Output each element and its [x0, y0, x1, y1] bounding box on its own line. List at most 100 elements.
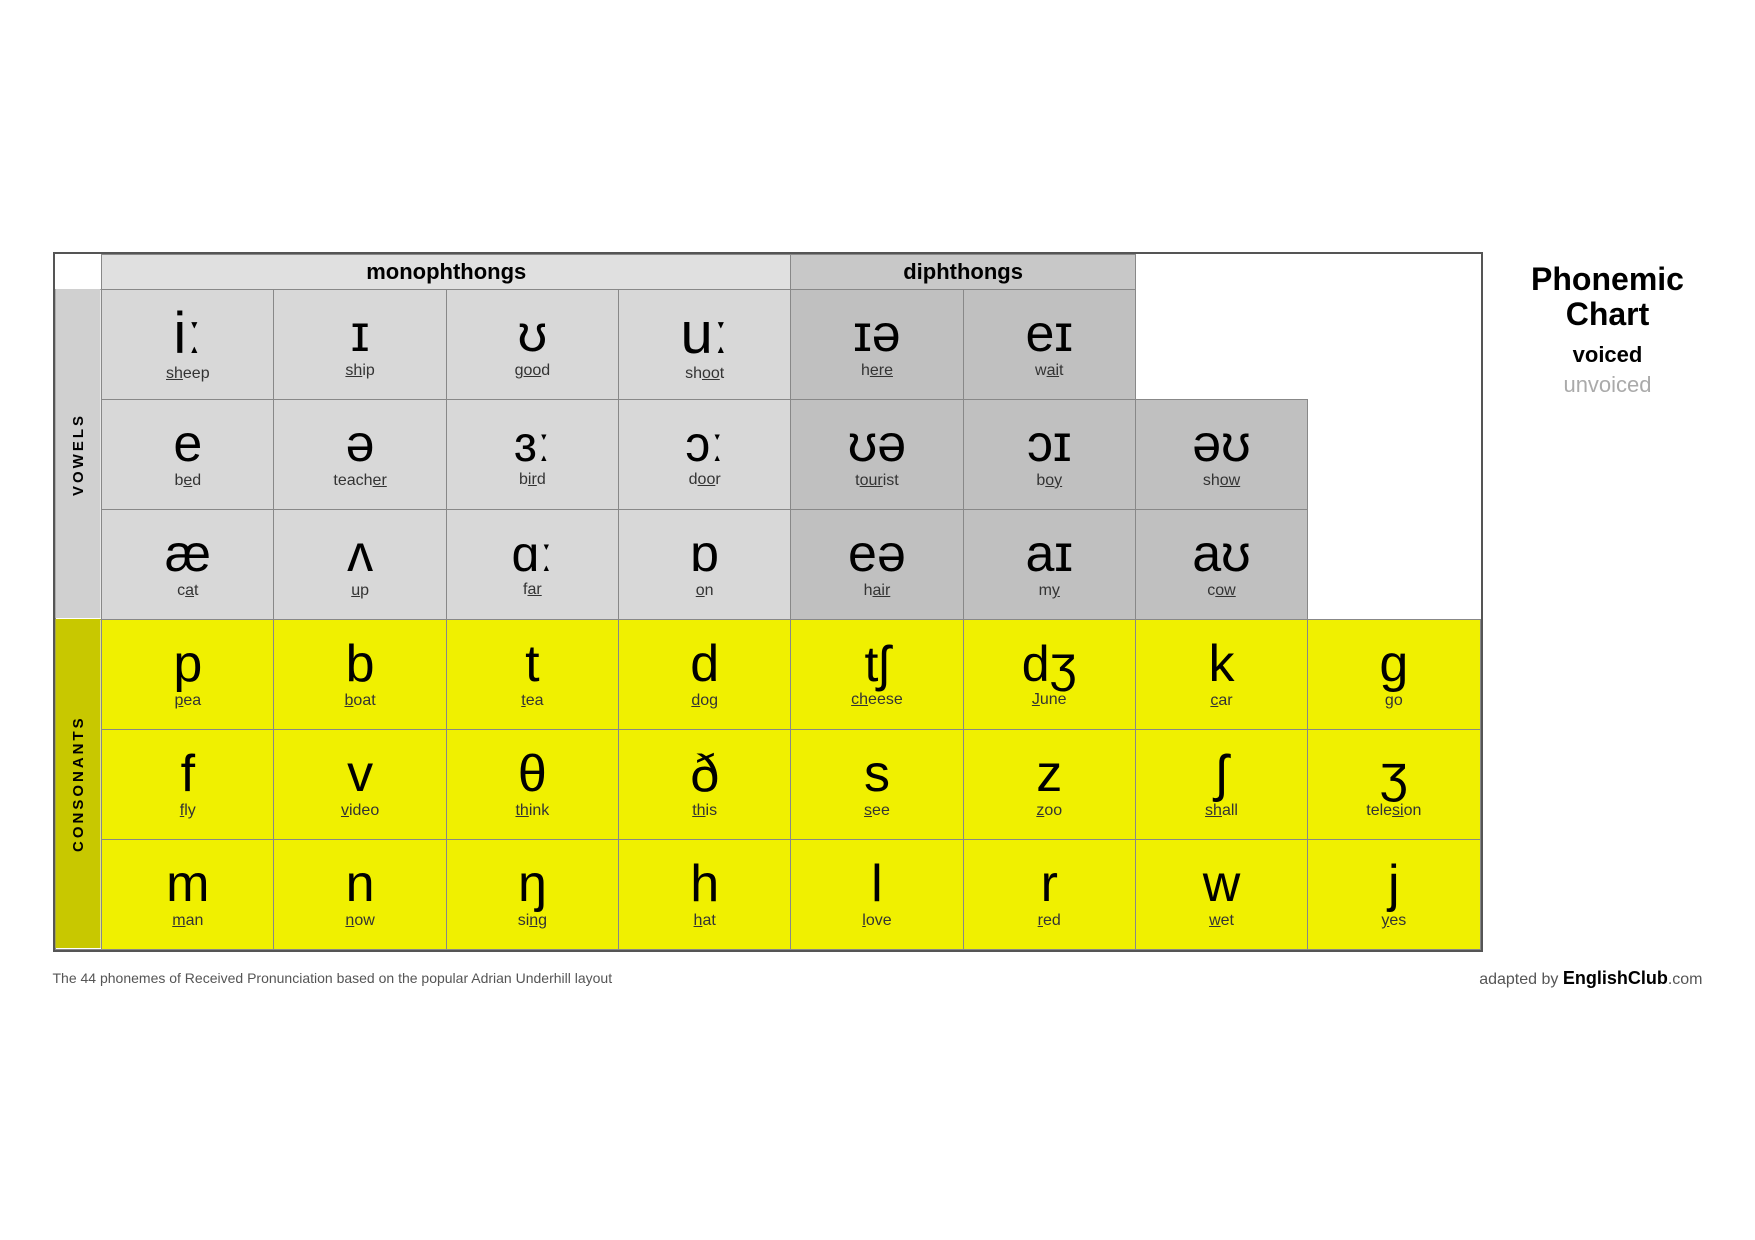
consonant-cell: v video [274, 729, 446, 839]
phoneme-symbol: ɑː [451, 529, 614, 579]
phoneme-word: man [104, 912, 271, 930]
phoneme-symbol: æ [106, 528, 269, 580]
phoneme-symbol: r [966, 858, 1133, 910]
phoneme-symbol: ɜː [451, 419, 614, 469]
phoneme-word: yes [1310, 912, 1477, 930]
phoneme-symbol: ʊ [451, 308, 614, 360]
phoneme-symbol: w [1138, 858, 1305, 910]
consonant-cell: l love [791, 839, 963, 949]
footer-brand: adapted by EnglishClub.com [1479, 968, 1702, 989]
phoneme-cell: ʌ up [274, 509, 446, 619]
phoneme-symbol: ɔɪ [968, 418, 1131, 470]
consonant-cell: r red [963, 839, 1135, 949]
phoneme-symbol: ə [278, 418, 441, 470]
phoneme-word: show [1140, 472, 1303, 490]
phoneme-symbol: h [621, 858, 788, 910]
consonant-cell: p pea [102, 619, 274, 729]
phoneme-word: shoot [623, 365, 786, 383]
consonant-cell: dʒ June [963, 619, 1135, 729]
phoneme-symbol: z [966, 748, 1133, 800]
phoneme-symbol: l [793, 858, 960, 910]
phoneme-word: door [623, 471, 786, 489]
phoneme-word: ship [278, 362, 441, 380]
phoneme-cell: ɑː far [446, 509, 618, 619]
empty-header [1135, 254, 1480, 289]
adapted-by-text: adapted by [1479, 971, 1563, 988]
consonant-cell: ŋ sing [446, 839, 618, 949]
page-wrapper: monophthongs diphthongs VOWELS iː sheep [53, 252, 1703, 989]
phoneme-cell: ɒ on [619, 509, 791, 619]
empty-cell [1308, 399, 1480, 509]
phoneme-word: go [1310, 692, 1477, 710]
phoneme-word: car [1138, 692, 1305, 710]
phoneme-word: far [451, 581, 614, 599]
phoneme-word: up [278, 582, 441, 600]
phoneme-word: tea [449, 692, 616, 710]
consonant-cell: θ think [446, 729, 618, 839]
legend-unvoiced: unvoiced [1513, 372, 1703, 398]
phoneme-word: June [966, 691, 1133, 709]
phoneme-symbol: p [104, 638, 271, 690]
empty-cell [1308, 509, 1480, 619]
phoneme-word: love [793, 912, 960, 930]
phoneme-word: wet [1138, 912, 1305, 930]
phoneme-word: red [966, 912, 1133, 930]
consonant-cell: f fly [102, 729, 274, 839]
phoneme-symbol: əʊ [1140, 418, 1303, 470]
phoneme-symbol: e [106, 418, 269, 470]
phoneme-symbol: ɪə [795, 308, 958, 360]
consonant-cell: z zoo [963, 729, 1135, 839]
phoneme-word: bed [106, 472, 269, 490]
phoneme-cell: aʊ cow [1135, 509, 1307, 619]
phoneme-word: this [621, 802, 788, 820]
phoneme-word: sing [449, 912, 616, 930]
footer-caption: The 44 phonemes of Received Pronunciatio… [53, 970, 613, 986]
diphthongs-header: diphthongs [791, 254, 1136, 289]
phoneme-symbol: iː [106, 305, 269, 363]
legend-panel: Phonemic Chart voiced unvoiced [1503, 252, 1703, 398]
phoneme-symbol: g [1310, 638, 1477, 690]
phoneme-word: cheese [793, 691, 960, 709]
phoneme-symbol: f [104, 748, 271, 800]
phoneme-cell: e bed [102, 399, 274, 509]
consonant-cell: ð this [619, 729, 791, 839]
main-content: monophthongs diphthongs VOWELS iː sheep [53, 252, 1703, 952]
phoneme-cell: eɪ wait [963, 289, 1135, 399]
phoneme-symbol: t [449, 638, 616, 690]
phoneme-word: boat [276, 692, 443, 710]
phoneme-cell: iː sheep [102, 289, 274, 399]
consonant-cell: s see [791, 729, 963, 839]
phoneme-word: sheep [106, 365, 269, 383]
phoneme-cell: ʊə tourist [791, 399, 963, 509]
phoneme-symbol: ʒ [1310, 748, 1477, 800]
phoneme-word: cow [1140, 582, 1303, 600]
phoneme-symbol: ʌ [278, 528, 441, 580]
footer: The 44 phonemes of Received Pronunciatio… [53, 968, 1703, 989]
phoneme-word: fly [104, 802, 271, 820]
brand-suffix: .com [1668, 971, 1703, 988]
phoneme-cell: ʊ good [446, 289, 618, 399]
consonant-cell: k car [1135, 619, 1307, 729]
phoneme-cell: əʊ show [1135, 399, 1307, 509]
phoneme-symbol: eɪ [968, 308, 1131, 360]
phoneme-word: hat [621, 912, 788, 930]
legend-voiced: voiced [1513, 342, 1703, 368]
corner-cell [55, 254, 102, 289]
phoneme-cell: aɪ my [963, 509, 1135, 619]
phoneme-word: now [276, 912, 443, 930]
phoneme-word: teacher [278, 472, 441, 490]
phoneme-symbol: k [1138, 638, 1305, 690]
consonant-cell: h hat [619, 839, 791, 949]
phoneme-cell: ɜː bird [446, 399, 618, 509]
consonant-cell: w wet [1135, 839, 1307, 949]
phoneme-symbol: m [104, 858, 271, 910]
phoneme-word: think [449, 802, 616, 820]
vowels-label: VOWELS [55, 289, 102, 619]
phoneme-symbol: ʃ [1138, 748, 1305, 800]
consonant-cell: b boat [274, 619, 446, 729]
phoneme-symbol: ŋ [449, 858, 616, 910]
phoneme-word: shall [1138, 802, 1305, 820]
phoneme-symbol: v [276, 748, 443, 800]
phonemic-table: monophthongs diphthongs VOWELS iː sheep [55, 254, 1481, 950]
phoneme-cell: ɔɪ boy [963, 399, 1135, 509]
